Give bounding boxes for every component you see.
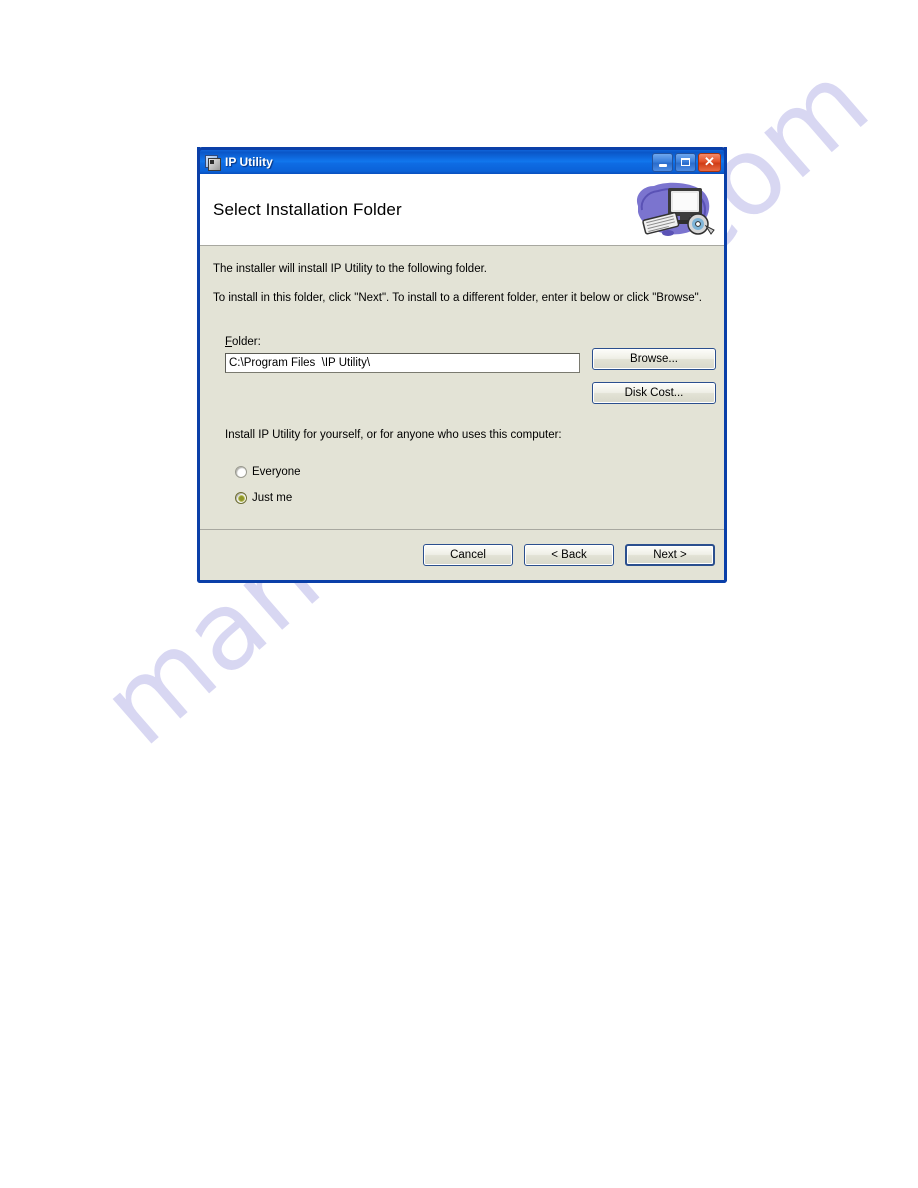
folder-label-accel: F <box>225 336 233 348</box>
wizard-body: The installer will install IP Utility to… <box>200 246 724 526</box>
window-controls: ✕ <box>652 152 721 172</box>
window-titlebar[interactable]: IP Utility ✕ <box>197 147 727 174</box>
close-button[interactable]: ✕ <box>698 152 721 172</box>
radio-option-just-me[interactable]: Just me <box>235 492 292 504</box>
installer-window: IP Utility ✕ Select Installation Folder <box>197 147 727 583</box>
minimize-button[interactable] <box>652 152 673 172</box>
close-icon: ✕ <box>704 154 715 169</box>
intro-text: The installer will install IP Utility to… <box>213 263 487 275</box>
msi-package-icon <box>204 154 221 171</box>
computer-and-cd-icon <box>628 176 718 244</box>
radio-label-just-me: Just me <box>252 492 293 504</box>
instruction-text: To install in this folder, click "Next".… <box>213 292 702 304</box>
next-button[interactable]: Next > <box>625 544 715 566</box>
folder-input[interactable] <box>225 353 580 373</box>
radio-icon-just-me[interactable] <box>235 492 247 504</box>
page-title: Select Installation Folder <box>213 199 402 219</box>
radio-label-everyone: Everyone <box>252 466 301 478</box>
wizard-footer: Cancel < Back Next > <box>200 529 724 580</box>
back-button[interactable]: < Back <box>524 544 614 566</box>
minimize-icon <box>658 164 667 167</box>
browse-button[interactable]: Browse... <box>592 348 716 370</box>
wizard-header: Select Installation Folder <box>200 174 724 246</box>
install-scope-label: Install IP Utility for yourself, or for … <box>225 429 562 441</box>
window-title: IP Utility <box>225 155 273 169</box>
maximize-button[interactable] <box>675 152 696 172</box>
folder-label: Folder: <box>225 336 261 348</box>
disk-cost-button[interactable]: Disk Cost... <box>592 382 716 404</box>
cancel-button[interactable]: Cancel <box>423 544 513 566</box>
maximize-icon <box>681 158 690 166</box>
radio-icon-everyone[interactable] <box>235 466 247 478</box>
radio-option-everyone[interactable]: Everyone <box>235 466 301 478</box>
folder-label-rest: older: <box>232 336 261 348</box>
